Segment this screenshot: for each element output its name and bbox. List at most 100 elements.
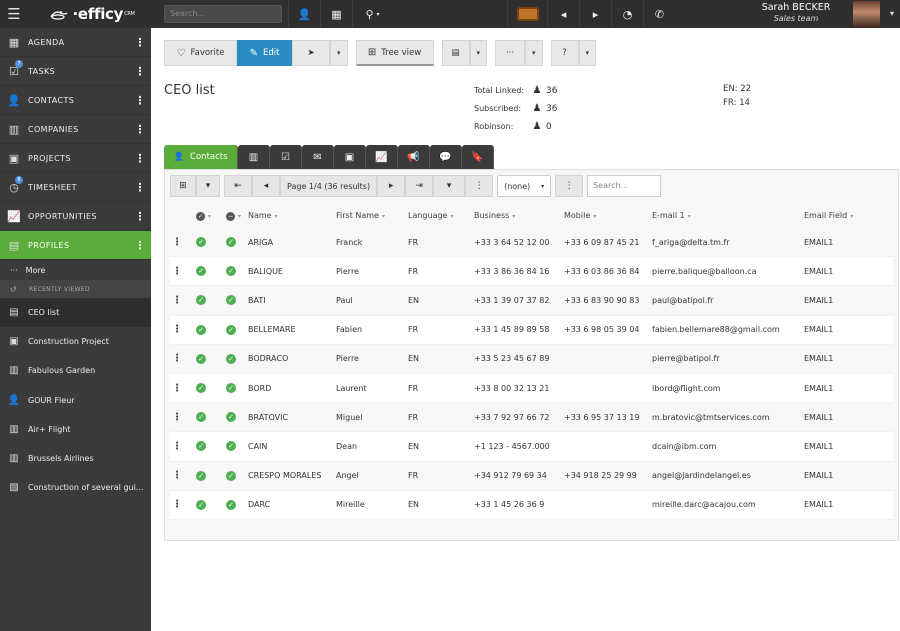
page-dropdown-button[interactable]: ▾ [433,175,466,197]
cell-business-phone[interactable]: +34 912 79 69 34 [474,471,564,480]
efficy-logo[interactable]: ·efficy CRM [28,0,156,28]
first-name-column-header[interactable]: First Name ▾ [336,211,408,220]
kebab-menu-icon[interactable]: ⋮ [129,65,151,78]
cell-business-phone[interactable]: +33 3 64 52 12 00 [474,238,564,247]
send-button[interactable]: ➤ [292,40,330,66]
tab-comments[interactable]: 💬 [430,145,462,169]
tab-projects[interactable]: ▣ [334,145,366,169]
table-row[interactable]: ⋮ ✓ ✓ BELLEMARE Fabien FR +33 1 45 89 89 58 +33… [170,315,893,345]
recent-item-fabulous-garden[interactable]: ▥ Fabulous Garden [0,356,151,385]
back-arrow-icon[interactable]: ◂ [547,0,579,28]
cell-business-phone[interactable]: +33 1 45 89 89 58 [474,325,564,334]
table-row[interactable]: ⋮ ✓ ✓ BRATOVIC Miguel FR +33 7 92 97 66 72 +33 … [170,403,893,433]
cell-name[interactable]: BALIQUE [244,267,336,276]
row-menu-icon[interactable]: ⋮ [170,383,184,394]
row-menu-icon[interactable]: ⋮ [170,324,184,335]
language-column-header[interactable]: Language ▾ [408,211,474,220]
user-info[interactable]: Sarah BECKER Sales team [736,0,856,28]
cell-name[interactable]: BELLEMARE [244,325,336,334]
add-button[interactable]: ⊞ [170,175,196,197]
table-row[interactable]: ⋮ ✓ ✓ BALIQUE Pierre FR +33 3 86 36 84 16 +33 6… [170,257,893,287]
first-page-button[interactable]: ⇤ [224,175,252,197]
email-column-header[interactable]: E-mail 1 ▾ [652,211,804,220]
sidebar-more[interactable]: ··· More [0,260,151,280]
help-dropdown-button[interactable]: ▾ [578,40,597,66]
email-field-column-header[interactable]: Email Field ▾ [804,211,864,220]
cell-mobile-phone[interactable]: +33 6 03 86 36 84 [564,267,652,276]
recent-item-brussels-airlines[interactable]: ▥ Brussels Airlines [0,444,151,473]
cell-email[interactable]: fabien.bellemare88@gmail.com [652,325,804,334]
cell-name[interactable]: BODRACO [244,354,336,363]
cell-name[interactable]: CAIN [244,442,336,451]
cell-business-phone[interactable]: +33 1 39 07 37 82 [474,296,564,305]
cell-email[interactable]: dcain@ibm.com [652,442,804,451]
phone-icon[interactable]: ✆ [643,0,675,28]
cell-email[interactable]: angel@jardindelangel.es [652,471,804,480]
help-button[interactable]: ? [550,40,579,66]
group-by-select[interactable]: (none) ▾ [497,175,552,197]
report-button[interactable]: ▤ [441,40,470,66]
search-icon[interactable]: ⚲ ▾ [352,0,392,28]
cell-name[interactable]: BORD [244,384,336,393]
recent-item-gour-fleur[interactable]: 👤 GOUR Fleur [0,386,151,415]
edit-button[interactable]: ✎ Edit [237,40,292,66]
report-dropdown-button[interactable]: ▾ [469,40,488,66]
subscribed-column-header[interactable]: ✓ ▾ [184,211,214,221]
mobile-column-header[interactable]: Mobile ▾ [564,211,652,220]
tab-tasks[interactable]: ☑ [270,145,302,169]
table-row[interactable]: ⋮ ✓ ✓ BODRACO Pierre EN +33 5 23 45 67 89 pierr… [170,344,893,374]
cell-business-phone[interactable]: +33 8 00 32 13 21 [474,384,564,393]
row-menu-icon[interactable]: ⋮ [170,470,184,481]
tab-companies[interactable]: ▥ [238,145,270,169]
cell-name[interactable]: DARC [244,500,336,509]
cell-name[interactable]: BRATOVIC [244,413,336,422]
grid-options-button[interactable]: ⋮ [465,175,494,197]
recent-item-ceo-list[interactable]: ▤ CEO list [0,298,151,328]
cell-email[interactable]: m.bratovic@tmtservices.com [652,413,804,422]
table-row[interactable]: ⋮ ✓ ✓ ARIGA Franck FR +33 3 64 52 12 00 +33 6 0… [170,228,893,258]
cell-email[interactable]: lbord@flight.com [652,384,804,393]
sidebar-item-tasks[interactable]: ☑ 7 TASKS ⋮ [0,57,151,86]
name-column-header[interactable]: Name ▾ [244,211,336,220]
next-page-button[interactable]: ▸ [377,175,406,197]
kebab-menu-icon[interactable]: ⋮ [129,36,151,49]
sidebar-item-profiles[interactable]: ▤ PROFILES ⋮ [0,231,151,260]
previous-page-button[interactable]: ◂ [252,175,280,197]
tab-contacts[interactable]: 👤 Contacts [164,145,238,169]
tab-opportunities[interactable]: 📈 [366,145,398,169]
row-menu-icon[interactable]: ⋮ [170,353,184,364]
table-row[interactable]: ⋮ ✓ ✓ CRESPO MORALES Angel FR +34 912 79 69 34… [170,461,893,491]
row-menu-icon[interactable]: ⋮ [170,412,184,423]
hamburger-menu-icon[interactable]: ☰ [0,0,28,28]
company-shortcut-icon[interactable]: ▦ [320,0,352,28]
row-menu-icon[interactable]: ⋮ [170,499,184,510]
add-dropdown-button[interactable]: ▾ [196,175,220,197]
tab-bookmarks[interactable]: 🔖 [462,145,494,169]
tab-mail[interactable]: ✉ [302,145,334,169]
more-dropdown-button[interactable]: ▾ [525,40,543,66]
row-menu-icon[interactable]: ⋮ [170,266,184,277]
grid-search-input[interactable]: Search... [587,175,662,197]
kebab-menu-icon[interactable]: ⋮ [129,152,151,165]
cell-email[interactable]: paul@batipol.fr [652,296,804,305]
filter-options-button[interactable]: ⋮ [555,175,584,197]
robinson-column-header[interactable]: − ▾ [214,211,244,221]
business-column-header[interactable]: Business ▾ [474,211,564,220]
cell-mobile-phone[interactable]: +33 6 98 05 39 04 [564,325,652,334]
cell-mobile-phone[interactable]: +34 918 25 29 99 [564,471,652,480]
kebab-menu-icon[interactable]: ⋮ [129,210,151,223]
cell-mobile-phone[interactable]: +33 6 09 87 45 21 [564,238,652,247]
kebab-menu-icon[interactable]: ⋮ [129,123,151,136]
kebab-menu-icon[interactable]: ⋮ [129,239,151,252]
table-row[interactable]: ⋮ ✓ ✓ BORD Laurent FR +33 8 00 32 13 21 lbord@f… [170,373,893,404]
tab-campaigns[interactable]: 📢 [398,145,430,169]
cell-name[interactable]: CRESPO MORALES [244,471,336,480]
row-menu-icon[interactable]: ⋮ [170,237,184,248]
sidebar-item-projects[interactable]: ▣ PROJECTS ⋮ [0,144,151,173]
treasure-chest-icon[interactable] [507,0,547,28]
last-page-button[interactable]: ⇥ [405,175,434,197]
sidebar-item-agenda[interactable]: ▦ AGENDA ⋮ [0,28,151,57]
kebab-menu-icon[interactable]: ⋮ [129,94,151,107]
recent-item-construction-several[interactable]: ▧ Construction of several gui... [0,473,151,502]
sidebar-item-opportunities[interactable]: 📈 OPPORTUNITIES ⋮ [0,202,151,231]
